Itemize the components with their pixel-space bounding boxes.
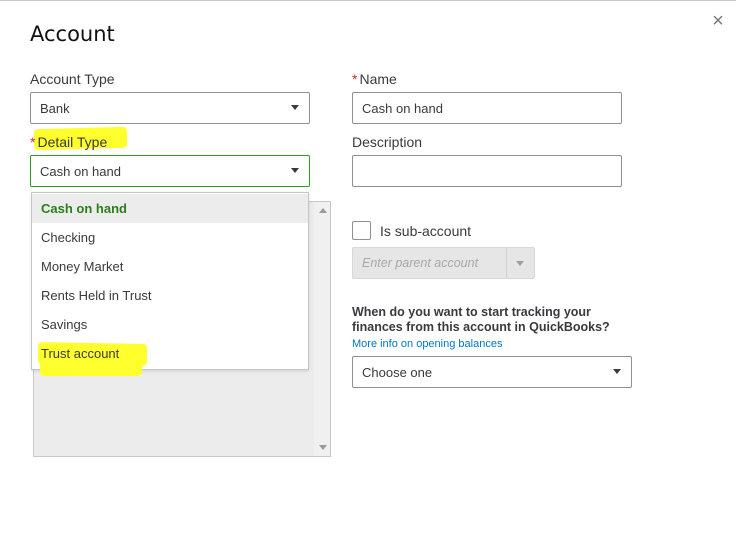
- tracking-question: When do you want to start tracking your …: [352, 305, 610, 334]
- dropdown-option-money-market[interactable]: Money Market: [32, 252, 308, 281]
- chevron-down-icon: [613, 369, 621, 374]
- opening-balances-link[interactable]: More info on opening balances: [352, 338, 502, 350]
- required-mark: *: [30, 134, 36, 150]
- name-input[interactable]: Cash on hand: [352, 92, 622, 124]
- detail-type-label-text: Detail Type: [37, 134, 108, 150]
- dialog-title: Account: [30, 22, 115, 46]
- scroll-up-icon[interactable]: [319, 208, 327, 213]
- account-type-select[interactable]: Bank: [30, 92, 310, 124]
- dropdown-option-cash-on-hand[interactable]: Cash on hand: [32, 194, 308, 223]
- description-label: Description: [352, 134, 423, 150]
- detail-type-label: * Detail Type: [30, 134, 107, 150]
- dropdown-option-savings[interactable]: Savings: [32, 310, 308, 339]
- dropdown-option-trust-account[interactable]: Trust account: [32, 339, 308, 368]
- tracking-start-value: Choose one: [362, 364, 433, 380]
- dropdown-option-checking[interactable]: Checking: [32, 223, 308, 252]
- chevron-down-icon: [291, 168, 299, 173]
- account-type-label: Account Type: [30, 71, 115, 87]
- name-label: * Name: [352, 71, 397, 87]
- description-input[interactable]: [352, 155, 622, 187]
- name-label-text: Name: [359, 71, 397, 87]
- name-value: Cash on hand: [362, 100, 443, 116]
- chevron-down-icon: [516, 261, 524, 266]
- divider: [506, 248, 507, 278]
- chevron-down-icon: [291, 105, 299, 110]
- parent-account-select[interactable]: Enter parent account: [352, 247, 535, 279]
- detail-type-select[interactable]: Cash on hand: [30, 155, 310, 187]
- account-type-value: Bank: [40, 100, 70, 116]
- sub-account-checkbox[interactable]: [352, 221, 371, 240]
- required-mark: *: [352, 71, 358, 87]
- top-border: [0, 0, 736, 1]
- scrollbar[interactable]: [314, 202, 330, 456]
- parent-account-placeholder: Enter parent account: [362, 256, 479, 270]
- dropdown-option-rents-held-in-trust[interactable]: Rents Held in Trust: [32, 281, 308, 310]
- sub-account-label: Is sub-account: [380, 223, 472, 239]
- detail-type-value: Cash on hand: [40, 163, 121, 179]
- scroll-down-icon[interactable]: [319, 445, 327, 450]
- close-icon[interactable]: ×: [708, 11, 728, 31]
- tracking-start-select[interactable]: Choose one: [352, 356, 632, 388]
